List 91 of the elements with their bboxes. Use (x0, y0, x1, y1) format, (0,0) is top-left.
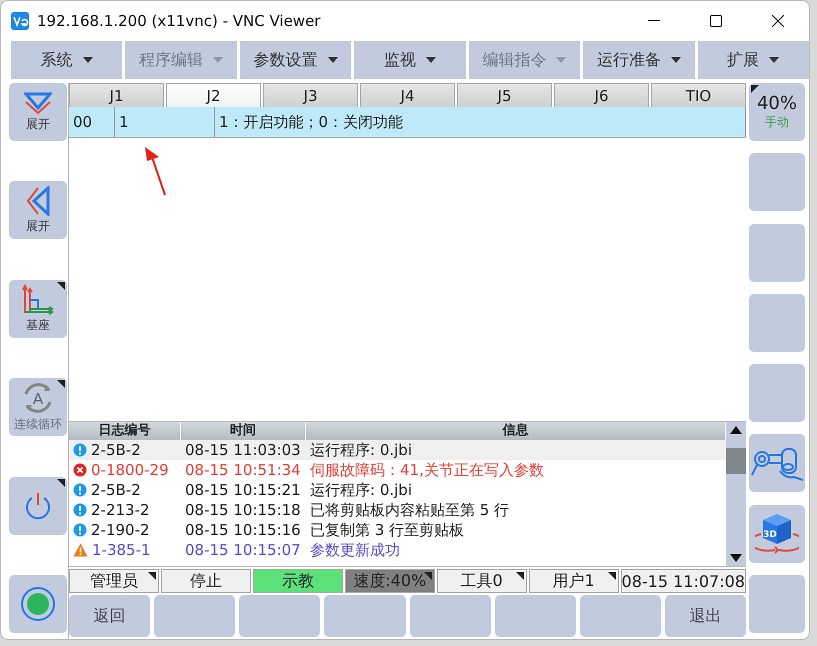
joint-tab[interactable]: J2 (166, 83, 261, 107)
caret-icon (328, 57, 338, 63)
log-message: 运行程序: 0.jbi (309, 480, 413, 500)
info-icon (73, 483, 87, 497)
blank-button[interactable] (239, 595, 320, 637)
speed-value: 40% (756, 93, 797, 114)
caret-icon (556, 57, 566, 63)
log-time: 08-15 10:15:18 (184, 500, 302, 520)
scroll-down-icon[interactable] (730, 554, 742, 562)
function-button[interactable]: 返回 (69, 595, 150, 637)
caret-icon (426, 57, 436, 63)
function-button[interactable]: 退出 (664, 595, 746, 637)
log-row[interactable]: 2-5B-2 08-15 11:03:03 运行程序: 0.jbi (69, 440, 726, 460)
log-message: 已将剪贴板内容粘贴至第 5 行 (309, 500, 510, 520)
menu-item[interactable]: 监视 (354, 41, 466, 79)
caret-icon (82, 57, 93, 63)
blank-button[interactable] (154, 595, 236, 637)
status-field[interactable]: 管理员 (69, 569, 159, 593)
side-button[interactable]: 基座 (9, 280, 67, 338)
log-id: 2-5B-2 (69, 480, 181, 500)
status-field[interactable]: 示教 (252, 569, 343, 593)
blank-button[interactable] (580, 595, 661, 637)
mode-label: 手动 (765, 114, 789, 131)
side-button[interactable]: 3D (749, 504, 805, 563)
table-cell: 00 (69, 107, 115, 137)
info-icon (73, 443, 87, 457)
status-field[interactable]: 速度:40% (344, 569, 435, 593)
window-title: 192.168.1.200 (x11vnc) - VNC Viewer (37, 12, 322, 30)
joint-tab[interactable]: TIO (651, 83, 746, 107)
joint-tab[interactable]: J6 (554, 83, 649, 107)
side-button[interactable] (9, 574, 67, 633)
status-field[interactable]: 工具0 (436, 569, 527, 593)
menu-item[interactable]: 运行准备 (583, 41, 695, 79)
table-cell: 1 (115, 107, 215, 137)
blank-button[interactable] (324, 595, 406, 637)
joint-tab[interactable]: J4 (360, 83, 455, 107)
status-field[interactable]: 08-15 11:07:08 (620, 569, 746, 593)
app-logo-icon (11, 12, 29, 30)
blank-button[interactable] (749, 294, 805, 352)
table-cell: 1：开启功能；0：关闭功能 (215, 107, 746, 137)
log-time: 08-15 10:51:34 (184, 460, 302, 480)
power-icon (23, 490, 53, 521)
minimize-icon (648, 20, 660, 22)
log-message: 运行程序: 0.jbi (309, 440, 413, 460)
caret-icon (213, 57, 224, 63)
blank-button[interactable] (749, 224, 805, 282)
log-time: 08-15 11:03:03 (184, 440, 302, 460)
maximize-icon (710, 15, 722, 27)
joint-tab[interactable]: J1 (69, 83, 164, 107)
blank-button[interactable] (494, 595, 576, 637)
info-icon (73, 503, 87, 517)
joint-tab[interactable]: J3 (263, 83, 358, 107)
caret-icon (670, 57, 681, 63)
status-field[interactable]: 用户1 (528, 569, 619, 593)
blank-button[interactable] (749, 364, 805, 422)
side-button[interactable] (9, 476, 67, 535)
log-id: 0-1800-29 (69, 460, 181, 480)
log-time: 08-15 10:15:07 (184, 540, 302, 560)
log-id: 1-385-1 (69, 540, 181, 560)
log-message: 伺服故障码：41,关节正在写入参数 (309, 460, 545, 480)
menu-item[interactable]: 扩展 (698, 41, 809, 79)
joint-tab[interactable]: J5 (457, 83, 552, 107)
warning-icon (73, 543, 88, 557)
blank-button[interactable] (410, 595, 491, 637)
scroll-thumb[interactable] (726, 448, 746, 474)
log-time: 08-15 10:15:21 (184, 480, 302, 500)
blank-button[interactable] (749, 574, 805, 633)
caret-icon (769, 57, 780, 63)
record-icon (20, 586, 56, 622)
chevron-down-icon (24, 92, 52, 114)
annotation-arrow (143, 145, 169, 197)
scroll-up-icon[interactable] (730, 426, 742, 434)
side-button[interactable]: 40% 手动 (749, 83, 805, 141)
scrollbar[interactable] (726, 422, 746, 566)
log-message: 参数更新成功 (309, 540, 401, 560)
status-field[interactable]: 停止 (160, 569, 251, 593)
chevron-left-icon (26, 186, 50, 216)
side-button[interactable]: 展开 (9, 181, 67, 240)
menu-item[interactable]: 参数设置 (240, 41, 352, 79)
log-time: 08-15 10:15:16 (184, 520, 302, 540)
side-button[interactable]: 展开 (9, 83, 67, 141)
axes-icon (22, 283, 54, 316)
menu-item[interactable]: 系统 (11, 41, 122, 79)
error-icon (73, 463, 87, 477)
log-id: 2-5B-2 (69, 440, 181, 460)
log-id: 2-213-2 (69, 500, 181, 520)
log-id: 2-190-2 (69, 520, 181, 540)
log-message: 已复制第 3 行至剪贴板 (309, 520, 466, 540)
info-icon (73, 523, 87, 537)
close-icon (772, 15, 784, 27)
blank-button[interactable] (749, 153, 805, 212)
